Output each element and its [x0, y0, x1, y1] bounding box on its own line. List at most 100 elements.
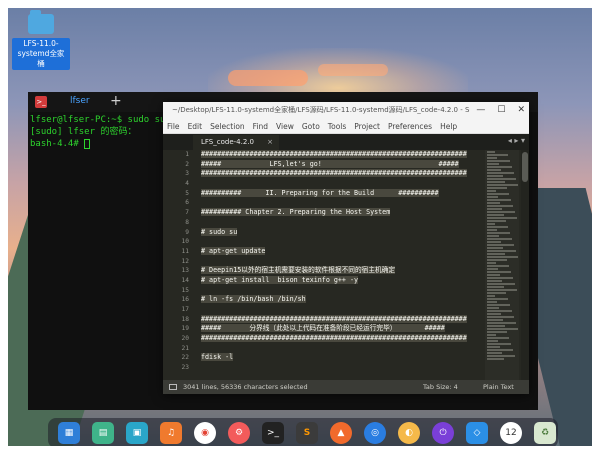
terminal-icon[interactable]: >_: [262, 422, 284, 444]
minimap-line: [487, 193, 509, 195]
code-line: ########## II. Preparing for the Build #…: [201, 188, 483, 199]
screenshot-icon[interactable]: ◎: [364, 422, 386, 444]
line-number: 3: [185, 170, 189, 178]
code-line: # apt-get update: [201, 246, 483, 257]
window-title: ~/Desktop/LFS-11.0-systemd全家桶/LFS源码/LFS-…: [172, 106, 510, 114]
tab-nav-arrows-icon[interactable]: ◂ ▸ ▾: [508, 136, 525, 145]
minimap-line: [487, 316, 514, 318]
trash-icon[interactable]: ♻: [534, 422, 556, 444]
code-line-text: fdisk -l: [201, 353, 234, 362]
terminal-tab[interactable]: lfser: [70, 96, 90, 106]
vpn-icon[interactable]: ◐: [398, 422, 420, 444]
minimap-line: [487, 253, 505, 255]
code-area[interactable]: ########################################…: [201, 150, 483, 380]
minimap-line: [487, 160, 510, 162]
minimap-line: [487, 244, 514, 246]
desktop-folder[interactable]: LFS-11.0- systemd全家桶: [12, 10, 70, 70]
line-number: 16: [181, 296, 189, 304]
minimap-line: [487, 208, 502, 210]
upload-icon[interactable]: ▲: [330, 422, 352, 444]
sublime-window[interactable]: ~/Desktop/LFS-11.0-systemd全家桶/LFS源码/LFS-…: [163, 102, 529, 394]
menu-file[interactable]: File: [167, 119, 180, 133]
code-line: # ln -fs /bin/bash /bin/sh: [201, 295, 483, 305]
minimap-line: [487, 307, 499, 309]
close-icon[interactable]: ✕: [517, 102, 525, 119]
music-icon[interactable]: ♫: [160, 422, 182, 444]
menu-edit[interactable]: Edit: [188, 119, 203, 133]
line-number: 7: [185, 209, 189, 217]
minimap-line: [487, 265, 509, 267]
clock-label: 12: [505, 428, 517, 438]
minimap-line: [487, 235, 499, 237]
line-number: 23: [181, 364, 189, 372]
code-line-text: ########################################…: [201, 314, 467, 323]
menu-preferences[interactable]: Preferences: [388, 119, 432, 133]
system-monitor-icon[interactable]: ◇: [466, 422, 488, 444]
line-number: 4: [185, 180, 189, 188]
editor-tab[interactable]: LFS_code-4.2.0 ×: [193, 135, 279, 150]
minimize-icon[interactable]: —: [476, 102, 485, 119]
minimap-line: [487, 283, 515, 285]
status-tab-size[interactable]: Tab Size: 4: [423, 380, 458, 394]
sublime-text-icon[interactable]: S: [296, 422, 318, 444]
status-syntax[interactable]: Plain Text: [483, 380, 514, 394]
launcher-icon[interactable]: ▦: [58, 422, 80, 444]
minimap-line: [487, 259, 507, 261]
line-number: 20: [181, 335, 189, 343]
chrome-icon[interactable]: ◉: [194, 422, 216, 444]
scrollbar-thumb[interactable]: [522, 152, 528, 182]
minimap-line: [487, 214, 504, 216]
line-number: 17: [181, 306, 189, 313]
new-tab-button[interactable]: +: [110, 93, 122, 109]
app-store-icon[interactable]: ▣: [126, 422, 148, 444]
file-manager-icon[interactable]: ▤: [92, 422, 114, 444]
line-number: 11: [181, 247, 189, 255]
minimap-line: [487, 313, 501, 315]
minimap-line: [487, 319, 503, 321]
minimap-line: [487, 217, 517, 219]
menu-help[interactable]: Help: [440, 119, 457, 133]
terminal-cursor: [84, 138, 91, 149]
minimap-line: [487, 157, 497, 159]
folder-label-line-2: systemd全家桶: [17, 49, 65, 68]
menu-selection[interactable]: Selection: [210, 119, 245, 133]
clock-icon[interactable]: 12: [500, 422, 522, 444]
code-line-text: ##### LFS,let's go! #####: [201, 159, 459, 168]
minimap-line: [487, 349, 513, 351]
menu-goto[interactable]: Goto: [302, 119, 320, 133]
minimap-line: [487, 166, 512, 168]
maximize-icon[interactable]: ☐: [497, 102, 505, 119]
minimap-line: [487, 331, 507, 333]
minimap-line: [487, 172, 514, 174]
line-number: 8: [185, 218, 189, 226]
line-number: 12: [181, 257, 189, 265]
settings-icon[interactable]: ⚙: [228, 422, 250, 444]
menu-view[interactable]: View: [276, 119, 294, 133]
minimap[interactable]: [485, 150, 519, 380]
minimap-line: [487, 277, 513, 279]
menu-project[interactable]: Project: [354, 119, 380, 133]
minimap-line: [487, 325, 505, 327]
code-line: fdisk -l: [201, 353, 483, 363]
line-number: 22: [181, 354, 189, 362]
menu-tools[interactable]: Tools: [328, 119, 346, 133]
tab-close-icon[interactable]: ×: [267, 135, 273, 150]
line-number: 19: [181, 325, 189, 333]
scrollbar[interactable]: [521, 150, 529, 380]
code-line: ##### LFS,let's go! #####: [201, 159, 483, 170]
line-number: 13: [181, 267, 189, 275]
panel-toggle-icon[interactable]: [169, 384, 177, 390]
line-number: 1: [185, 151, 189, 158]
minimap-line: [487, 232, 510, 234]
power-icon[interactable]: ⏻: [432, 422, 454, 444]
menu-find[interactable]: Find: [253, 119, 268, 133]
minimap-line: [487, 175, 503, 177]
window-title-bar[interactable]: ~/Desktop/LFS-11.0-systemd全家桶/LFS源码/LFS-…: [163, 102, 529, 119]
code-editor[interactable]: 1 2 3 4 5 6 7 8 9 10 11 12 13 14 15 16 17 18 19 20 21 22 23 ##…: [163, 150, 529, 380]
minimap-line: [487, 289, 517, 291]
